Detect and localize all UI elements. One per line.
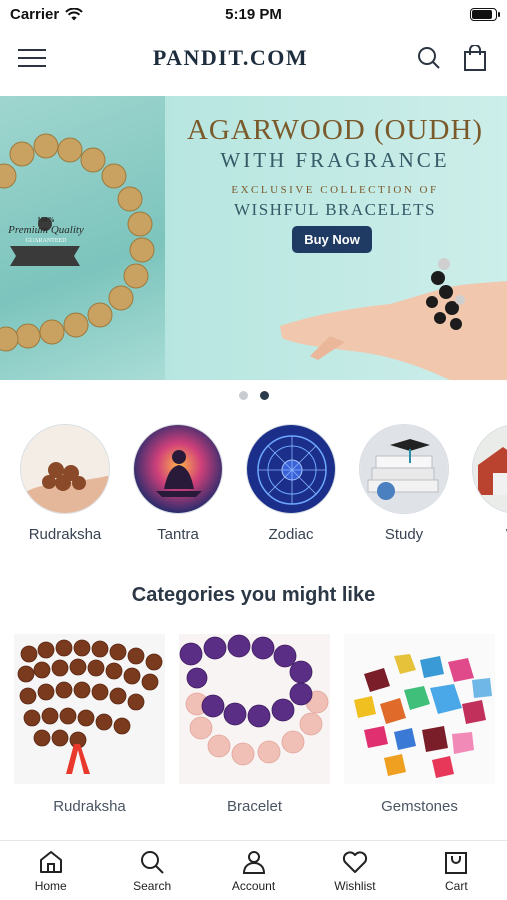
banner-title: AGARWOOD (OUDH) — [186, 114, 484, 146]
badge-top-text: 100% — [37, 216, 55, 224]
tab-cart[interactable]: Cart — [406, 841, 507, 900]
tab-label: Account — [231, 879, 276, 893]
tab-label: Home — [34, 879, 67, 893]
bracelet-card-image — [179, 634, 330, 784]
status-bar: Carrier 5:19 PM — [0, 0, 507, 28]
circle-label: Zodiac — [268, 526, 314, 543]
circle-label: Study — [384, 526, 424, 543]
tantra-thumb — [133, 424, 223, 514]
heart-icon — [342, 851, 368, 873]
banner-wish-text: WISHFUL BRACELETS — [234, 200, 436, 219]
circle-label: Rudraksha — [28, 526, 102, 543]
promo-banner[interactable]: 100% Premium Quality GUARANTEED AGARWOOD… — [0, 96, 507, 380]
hamburger-icon — [18, 49, 46, 67]
circle-category-zodiac[interactable]: Zodiac — [246, 424, 336, 549]
account-icon — [242, 851, 265, 874]
tab-search[interactable]: Search — [101, 841, 202, 900]
search-icon — [418, 47, 440, 69]
wifi-icon — [65, 7, 83, 20]
tab-account[interactable]: Account — [203, 841, 304, 900]
header-bag-button[interactable] — [461, 44, 489, 72]
category-card-bracelet[interactable]: Bracelet — [179, 634, 330, 815]
badge-bottom-text: GUARANTEED — [25, 238, 67, 244]
badge-main-text: Premium Quality — [8, 224, 84, 236]
partial-thumb — [472, 424, 507, 514]
circle-category-partial[interactable]: We — [472, 424, 507, 549]
circle-category-study[interactable]: Study — [359, 424, 449, 549]
card-label: Gemstones — [381, 798, 458, 815]
brand-logo[interactable]: PANDIT.COM — [153, 45, 308, 71]
section-title: Categories you might like — [131, 584, 376, 606]
rudraksha-card-image — [14, 634, 165, 784]
app-header: PANDIT.COM — [0, 28, 507, 88]
carrier-label: Carrier — [10, 5, 60, 23]
zodiac-thumb — [246, 424, 336, 514]
circle-category-row[interactable]: Rudraksha Tantra Zodiac Study — [20, 424, 507, 549]
carousel-dot[interactable] — [259, 391, 269, 400]
circle-category-tantra[interactable]: Tantra — [133, 424, 223, 549]
rudraksha-thumb — [20, 424, 110, 514]
card-label: Rudraksha — [53, 798, 126, 815]
header-actions — [415, 44, 489, 72]
tab-label: Wishlist — [334, 879, 376, 893]
circle-label: Tantra — [157, 526, 199, 543]
banner-small-text: EXCLUSIVE COLLECTION OF — [231, 184, 439, 196]
category-card-rudraksha[interactable]: Rudraksha — [14, 634, 165, 815]
search-icon — [141, 851, 164, 874]
cart-icon — [445, 852, 468, 874]
quality-badge: 100% Premium Quality GUARANTEED — [6, 216, 86, 244]
home-icon — [39, 851, 62, 873]
category-card-row: Rudraksha Bracelet Gemstones — [14, 634, 507, 815]
header-search-button[interactable] — [415, 44, 443, 72]
buy-now-button[interactable]: Buy Now — [292, 226, 372, 253]
circle-category-rudraksha[interactable]: Rudraksha — [20, 424, 110, 549]
tab-label: Cart — [444, 879, 468, 893]
study-thumb — [359, 424, 449, 514]
tab-home[interactable]: Home — [0, 841, 101, 900]
tab-label: Search — [133, 879, 172, 893]
shopping-bag-icon — [464, 45, 486, 71]
banner-subtitle: WITH FRAGRANCE — [220, 148, 450, 172]
card-label: Bracelet — [226, 798, 283, 815]
menu-button[interactable] — [18, 44, 46, 72]
category-card-gemstones[interactable]: Gemstones — [344, 634, 495, 815]
hand-bracelet-image — [280, 258, 507, 380]
bottom-tab-bar: Home Search Account Wishlist Cart — [0, 840, 507, 900]
gemstones-card-image — [344, 634, 495, 784]
carousel-indicator[interactable] — [0, 391, 507, 400]
battery-icon — [470, 7, 500, 21]
status-left: Carrier — [10, 6, 83, 23]
carousel-dot[interactable] — [238, 391, 248, 400]
battery-fill — [472, 9, 492, 19]
tab-wishlist[interactable]: Wishlist — [304, 841, 405, 900]
